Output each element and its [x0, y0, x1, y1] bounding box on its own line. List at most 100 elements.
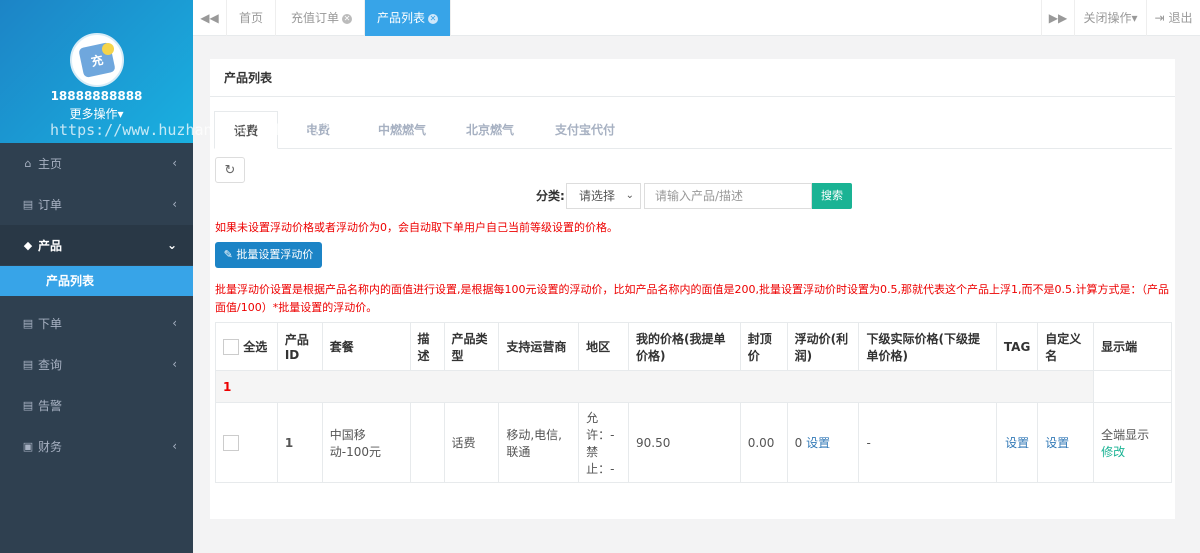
- sidebar-item-label: 订单: [38, 197, 63, 212]
- column-header: 地区: [578, 322, 630, 371]
- avatar[interactable]: 充: [70, 33, 124, 87]
- column-header: 套餐: [321, 322, 411, 371]
- float-price-note: 如果未设置浮动价格或者浮动价为0，会自动取下单用户自己当前等级设置的价格。: [215, 221, 618, 234]
- refresh-icon: ↻: [224, 162, 236, 178]
- float-value: 0: [794, 436, 803, 450]
- logout-label: 退出: [1168, 11, 1193, 25]
- category-tabs: 话费 电费 中燃燃气 北京燃气 支付宝代付: [214, 111, 1172, 149]
- column-header: 支持运营商: [498, 322, 580, 371]
- scroll-left-button[interactable]: ◀◀: [193, 0, 227, 36]
- edit-icon: ✎: [223, 248, 233, 261]
- column-header: TAG: [995, 322, 1039, 371]
- logout-button[interactable]: ⇥ 退出: [1147, 0, 1200, 36]
- chevron-left-icon: ‹: [172, 439, 177, 453]
- tab-bar: ◀◀ 首页 充值订单 ✕ 产品列表 ✕ ▶▶ 关闭操作▾ ⇥ 退出: [193, 0, 1200, 36]
- tab-alipay-proxy[interactable]: 支付宝代付: [540, 111, 630, 149]
- column-header: 显示端: [1093, 322, 1172, 371]
- tab-recharge-orders[interactable]: 充值订单 ✕: [279, 0, 366, 36]
- my-price: 90.50: [628, 402, 741, 483]
- money-icon: ▣: [22, 439, 34, 453]
- filter-label: 分类:: [536, 189, 565, 203]
- scroll-right-button[interactable]: ▶▶: [1041, 0, 1075, 36]
- sidebar-item-home[interactable]: ⌂ 主页 ‹: [0, 143, 193, 183]
- modify-link[interactable]: 修改: [1101, 445, 1125, 459]
- column-header: 产品类型: [443, 322, 500, 371]
- row-checkbox[interactable]: [223, 434, 239, 451]
- select-all-checkbox[interactable]: [223, 339, 239, 356]
- product-list-panel: 产品列表 话费 电费 中燃燃气 北京燃气 支付宝代付 ↻ 分类: 请选择 ⌄ 请输…: [210, 59, 1175, 519]
- column-header: 封顶价: [739, 322, 788, 371]
- sidebar: 充 18888888888 更多操作▾ ⌂ 主页 ‹ ▤ 订单 ‹ ◆ 产品 ⌄…: [0, 0, 193, 553]
- column-header: 全选: [243, 339, 268, 354]
- home-icon: ⌂: [24, 156, 32, 170]
- chevron-left-icon: ‹: [172, 156, 177, 170]
- description: [409, 402, 445, 483]
- batch-btn-label: 批量设置浮动价: [236, 248, 314, 261]
- sidebar-item-products[interactable]: ◆ 产品 ⌄: [0, 225, 193, 265]
- product-id: 1: [276, 402, 323, 483]
- column-header: 浮动价(利润): [786, 322, 860, 371]
- group-label: 1: [214, 370, 1095, 403]
- tab-label: 首页: [239, 11, 264, 25]
- sidebar-item-label: 查询: [38, 357, 63, 372]
- cap-price: 0.00: [739, 402, 788, 483]
- carriers: 移动,电信,联通: [498, 402, 580, 483]
- tab-home[interactable]: 首页: [227, 0, 277, 36]
- sidebar-item-label: 主页: [38, 156, 63, 171]
- custom-name-set-link[interactable]: 设置: [1045, 436, 1069, 450]
- tab-label: 产品列表: [377, 11, 426, 25]
- category-select[interactable]: 请选择 ⌄: [566, 183, 641, 209]
- sidebar-item-label: 产品: [38, 238, 63, 253]
- tab-zhongran-gas[interactable]: 中燃燃气: [362, 111, 442, 149]
- search-button[interactable]: 搜索: [812, 183, 852, 209]
- search-input[interactable]: 请输入产品/描述: [644, 183, 812, 209]
- tag-set-link[interactable]: 设置: [1005, 436, 1029, 450]
- column-header: 描述: [409, 322, 445, 371]
- close-icon[interactable]: ✕: [342, 13, 353, 24]
- batch-float-price-button[interactable]: ✎ 批量设置浮动价: [215, 242, 322, 268]
- product-type: 话费: [443, 402, 500, 483]
- column-header: 产品ID: [276, 322, 323, 371]
- table-header-row: 全选 产品ID 套餐 描述 产品类型 支持运营商 地区 我的价格(我提单价格) …: [215, 322, 1172, 371]
- float-set-link[interactable]: 设置: [806, 436, 830, 450]
- sidebar-item-label: 下单: [38, 316, 63, 331]
- sidebar-item-label: 告警: [38, 398, 63, 413]
- column-header: 我的价格(我提单价格): [628, 322, 741, 371]
- tab-product-list[interactable]: 产品列表 ✕: [365, 0, 452, 36]
- column-header: 自定义名: [1037, 322, 1095, 371]
- watermark: https://www.huzhan.com/ishop5??55: [50, 121, 349, 139]
- column-header: 下级实际价格(下级提单价格): [858, 322, 997, 371]
- file-icon: ▤: [22, 357, 34, 371]
- region: 允许：- 禁止：-: [578, 402, 630, 483]
- close-ops-dropdown[interactable]: 关闭操作▾: [1075, 0, 1147, 36]
- chevron-down-icon: ⌄: [625, 190, 634, 201]
- file-icon: ▤: [22, 398, 34, 412]
- display-value: 全端显示: [1101, 427, 1150, 442]
- chevron-left-icon: ‹: [172, 197, 177, 211]
- chevron-down-icon: ⌄: [166, 238, 177, 252]
- refresh-button[interactable]: ↻: [215, 157, 245, 183]
- file-icon: ▤: [22, 197, 34, 211]
- sidebar-subitem-product-list[interactable]: 产品列表: [0, 266, 193, 296]
- sidebar-item-finance[interactable]: ▣ 财务 ‹: [0, 426, 193, 466]
- tab-label: 充值订单: [291, 11, 340, 25]
- float-price: 0 设置: [786, 402, 860, 483]
- tab-beijing-gas[interactable]: 北京燃气: [450, 111, 530, 149]
- avatar-sun-icon: [102, 43, 114, 55]
- sidebar-item-label: 财务: [38, 439, 63, 454]
- product-table: 全选 产品ID 套餐 描述 产品类型 支持运营商 地区 我的价格(我提单价格) …: [214, 322, 1172, 483]
- select-all-header[interactable]: 全选: [215, 322, 278, 371]
- select-value: 请选择: [579, 189, 616, 203]
- chevron-left-icon: ‹: [172, 357, 177, 371]
- close-icon[interactable]: ✕: [428, 13, 439, 24]
- cube-icon: ◆: [23, 238, 33, 252]
- group-row: 1: [214, 370, 1172, 403]
- more-ops-dropdown[interactable]: 更多操作▾: [0, 105, 193, 122]
- sub-price: -: [858, 402, 997, 483]
- sidebar-item-query[interactable]: ▤ 查询 ‹: [0, 344, 193, 384]
- sidebar-item-alerts[interactable]: ▤ 告警: [0, 385, 193, 425]
- sidebar-item-place-order[interactable]: ▤ 下单 ‹: [0, 303, 193, 343]
- file-icon: ▤: [22, 316, 34, 330]
- sidebar-item-orders[interactable]: ▤ 订单 ‹: [0, 184, 193, 224]
- page-title: 产品列表: [210, 59, 1175, 97]
